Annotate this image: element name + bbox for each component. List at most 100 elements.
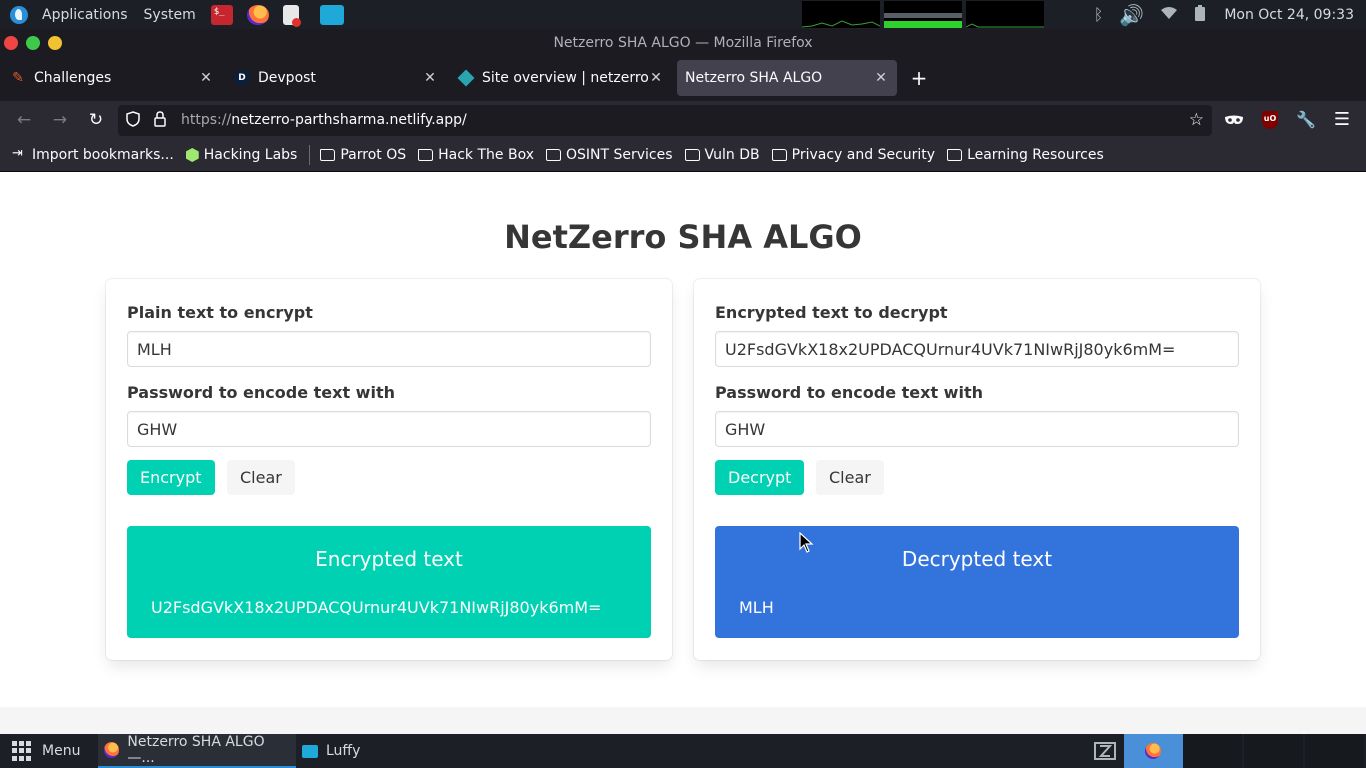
tracking-protection-shield-icon[interactable] (126, 111, 140, 131)
encrypt-button[interactable]: Encrypt (127, 460, 215, 495)
wifi-icon[interactable] (1160, 5, 1178, 24)
battery-icon[interactable] (1194, 4, 1206, 26)
tab-label: Devpost (258, 70, 316, 86)
decrypted-result-value: MLH (739, 598, 774, 617)
terminal-launcher-icon[interactable] (210, 4, 233, 25)
decrypted-result-title: Decrypted text (901, 547, 1053, 571)
forward-button[interactable]: → (48, 108, 72, 132)
encrypted-text-input[interactable] (715, 331, 1239, 367)
bookmark-label: Learning Resources (967, 147, 1104, 163)
tab-challenges[interactable]: ✎ Challenges ✕ (2, 60, 222, 96)
url-scheme: https:// (181, 112, 232, 128)
parrot-logo-icon[interactable] (10, 5, 28, 24)
tab-devpost[interactable]: D Devpost ✕ (226, 60, 446, 96)
bookmark-folder-learning-resources[interactable]: Learning Resources (947, 147, 1104, 163)
decrypt-button[interactable]: Decrypt (715, 460, 805, 495)
firefox-launcher-icon[interactable] (246, 4, 269, 25)
window-maximize-button[interactable] (48, 36, 62, 50)
reload-button[interactable]: ↻ (84, 108, 108, 132)
bookmark-folder-osint-services[interactable]: OSINT Services (545, 147, 673, 163)
decrypt-clear-button[interactable]: Clear (816, 460, 884, 495)
new-tab-button[interactable]: + (907, 67, 931, 91)
taskbar-task-luffy[interactable]: Luffy (296, 734, 396, 768)
bookmark-label: Parrot OS (340, 147, 407, 163)
hamburger-menu-icon[interactable]: ☰ (1331, 109, 1353, 131)
encrypted-result-box: Encrypted text U2FsdGVkX18x2UPDACQUrnur4… (127, 526, 651, 638)
bookmarks-toolbar: ⇥ Import bookmarks... Hacking Labs Parrot… (0, 139, 1366, 172)
private-browsing-mask-icon[interactable] (1223, 109, 1245, 131)
bookmark-hacking-labs[interactable]: Hacking Labs (185, 147, 298, 163)
folder-icon (418, 149, 434, 161)
workspace-2[interactable] (1183, 734, 1242, 768)
window-minimize-button[interactable] (26, 36, 40, 50)
taskbar-menu-label: Menu (42, 743, 81, 759)
tab-close-icon[interactable]: ✕ (648, 70, 664, 86)
hacking-labs-icon (185, 148, 199, 162)
encrypted-result-title: Encrypted text (315, 547, 463, 571)
firefox-icon (1145, 743, 1161, 759)
bookmark-import[interactable]: ⇥ Import bookmarks... (12, 147, 174, 163)
folder-icon (947, 149, 963, 161)
bookmark-label: Privacy and Security (791, 147, 936, 163)
folder-icon (771, 149, 787, 161)
decrypt-password-label: Password to encode text with (715, 383, 983, 402)
url-host: netzerro-parthsharma.netlify.app/ (231, 112, 467, 128)
taskbar-task-firefox[interactable]: Netzerro SHA ALGO —... (98, 734, 296, 768)
clock[interactable]: Mon Oct 24, 09:33 (1224, 7, 1354, 23)
applications-menu[interactable]: Applications (34, 0, 136, 29)
tab-close-icon[interactable]: ✕ (198, 70, 214, 86)
workspace-1[interactable] (1124, 734, 1183, 768)
bookmark-folder-parrot-os[interactable]: Parrot OS (320, 147, 406, 163)
bookmark-folder-privacy-and-security[interactable]: Privacy and Security (771, 147, 936, 163)
workspace-3[interactable] (1244, 734, 1303, 768)
ublock-origin-icon[interactable]: uO (1262, 111, 1278, 129)
tab-site-overview[interactable]: Site overview | netzerro-p ✕ (452, 60, 672, 96)
back-button[interactable]: ← (12, 108, 36, 132)
lock-icon[interactable] (154, 111, 166, 131)
bookmark-folder-vuln-db[interactable]: Vuln DB (684, 147, 760, 163)
bookmark-label: OSINT Services (565, 147, 673, 163)
url-text[interactable]: https://netzerro-parthsharma.netlify.app… (181, 112, 467, 128)
bookmark-label: Vuln DB (704, 147, 760, 163)
encrypted-text-label: Encrypted text to decrypt (715, 303, 948, 322)
devpost-favicon-icon: D (234, 70, 250, 86)
bookmark-star-icon[interactable]: ☆ (1189, 110, 1204, 130)
decrypt-panel: Encrypted text to decrypt Password to en… (694, 279, 1260, 660)
system-panel: Applications System ᛒ 🔊 Mon Oct 24, 09:3… (0, 0, 1366, 29)
encrypt-password-input[interactable] (127, 411, 651, 447)
text-editor-launcher-icon[interactable] (282, 4, 301, 27)
taskbar-task-label: Luffy (326, 743, 361, 759)
bluetooth-icon[interactable]: ᛒ (1094, 5, 1104, 24)
bookmark-folder-hack-the-box[interactable]: Hack The Box (418, 147, 534, 163)
folder-icon (545, 149, 561, 161)
taskbar-task-label: Netzerro SHA ALGO —... (127, 734, 265, 766)
tab-close-icon[interactable]: ✕ (422, 70, 438, 86)
bookmark-label: Hack The Box (438, 147, 534, 163)
address-bar[interactable]: https://netzerro-parthsharma.netlify.app… (118, 105, 1212, 136)
tab-label: Site overview | netzerro-p (482, 70, 648, 86)
page-title: NetZerro SHA ALGO (504, 218, 862, 256)
wrench-icon[interactable]: 🔧 (1295, 109, 1317, 131)
network-monitor-graph (966, 1, 1044, 28)
workspace-4[interactable] (1305, 734, 1364, 768)
page-content: NetZerro SHA ALGO Plain text to encrypt … (0, 172, 1366, 707)
window-title: Netzerro SHA ALGO — Mozilla Firefox (553, 35, 813, 51)
folder-icon (320, 149, 336, 161)
encrypt-clear-button[interactable]: Clear (227, 460, 295, 495)
bookmark-label: Hacking Labs (203, 147, 298, 163)
volume-icon[interactable]: 🔊 (1119, 3, 1144, 27)
tab-close-icon[interactable]: ✕ (873, 70, 889, 86)
encrypt-panel: Plain text to encrypt Password to encode… (106, 279, 672, 660)
file-manager-launcher-icon[interactable] (319, 4, 344, 25)
decrypt-password-input[interactable] (715, 411, 1239, 447)
tab-netzerro-sha-algo[interactable]: Netzerro SHA ALGO ✕ (677, 60, 897, 96)
plain-text-input[interactable] (127, 331, 651, 367)
taskbar-menu-button[interactable]: Menu (12, 734, 80, 768)
netlify-favicon-icon (457, 69, 475, 87)
import-icon: ⇥ (12, 146, 23, 161)
window-close-button[interactable] (4, 36, 18, 50)
system-menu[interactable]: System (136, 0, 204, 29)
archive-manager-icon[interactable] (1094, 741, 1116, 761)
app-grid-icon (12, 741, 32, 761)
bookmark-label: Import bookmarks... (32, 147, 174, 163)
